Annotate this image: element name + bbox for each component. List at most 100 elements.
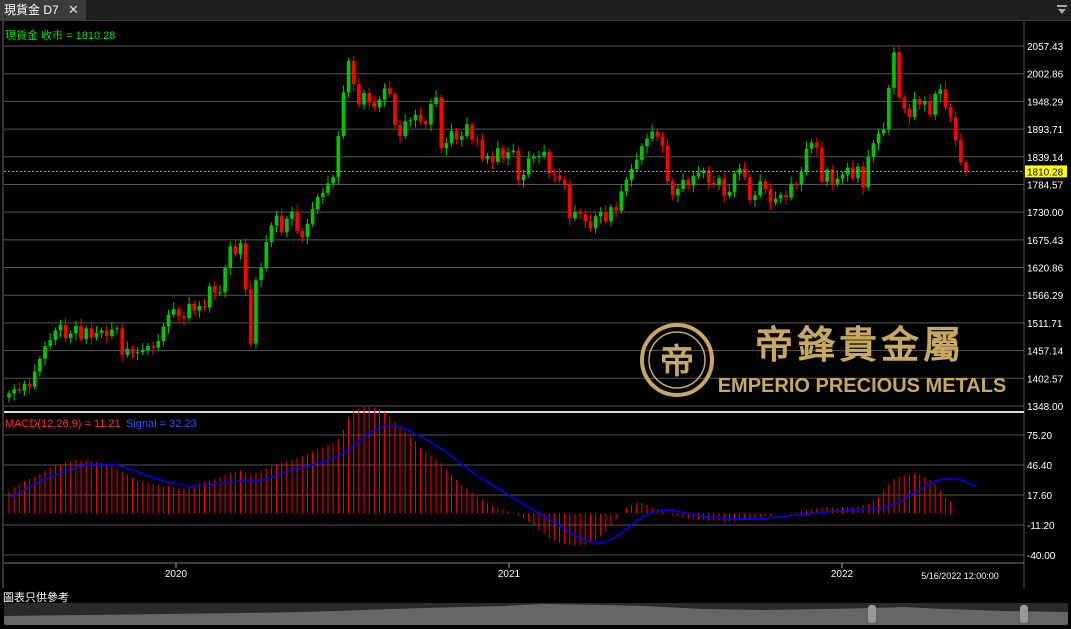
candle-body xyxy=(532,156,536,159)
price-tick-label: 1839.14 xyxy=(1027,153,1064,164)
close-icon[interactable]: ✕ xyxy=(68,0,79,20)
candle-body xyxy=(27,383,32,387)
candle-body xyxy=(372,102,377,108)
candle-body xyxy=(89,328,94,338)
candle-body xyxy=(604,212,608,222)
candle-body xyxy=(223,267,227,293)
candle-body xyxy=(259,267,263,281)
candle-body xyxy=(197,306,202,311)
tab-bar: 現貨金 D7 ✕ xyxy=(0,0,1071,21)
candle-body xyxy=(557,175,562,180)
candle-body xyxy=(84,328,88,340)
candle-body xyxy=(120,328,124,355)
candle-body xyxy=(429,104,433,125)
candle-body xyxy=(182,316,186,319)
candle-body xyxy=(377,99,382,108)
chart-tab[interactable]: 現貨金 D7 ✕ xyxy=(0,0,86,20)
candle-body xyxy=(773,198,778,203)
candle-body xyxy=(192,304,197,311)
x-tick-label: 2022 xyxy=(831,569,854,580)
candle-body xyxy=(176,309,181,317)
candle-body xyxy=(887,87,891,130)
navigator-left-handle[interactable] xyxy=(868,605,876,623)
candle-body xyxy=(778,194,783,199)
candle-body xyxy=(665,145,670,182)
candle-body xyxy=(398,124,402,137)
candle-body xyxy=(465,124,469,137)
price-tick-label: 2057.43 xyxy=(1027,42,1064,53)
candle-body xyxy=(938,89,943,94)
candle-body xyxy=(609,207,613,222)
candle-body xyxy=(547,151,552,174)
candle-body xyxy=(228,246,233,268)
candle-body xyxy=(624,179,629,192)
candle-body xyxy=(583,214,588,222)
navigator-right-handle[interactable] xyxy=(1020,605,1028,623)
candle-body xyxy=(542,151,546,156)
price-tick-label: 1784.57 xyxy=(1027,180,1064,191)
candle-body xyxy=(202,306,207,308)
candle-body xyxy=(454,130,459,140)
candle-body xyxy=(619,191,624,211)
candle-body xyxy=(351,60,356,85)
candle-body xyxy=(676,188,680,196)
candle-body xyxy=(7,393,11,398)
candle-body xyxy=(243,243,248,290)
candle-body xyxy=(640,146,644,160)
candle-body xyxy=(923,101,927,105)
candle-body xyxy=(140,350,145,353)
candle-body xyxy=(285,218,289,233)
candle-body xyxy=(650,131,654,139)
macd-tick-label: 75.20 xyxy=(1027,431,1052,442)
candle-body xyxy=(171,309,176,315)
candle-body xyxy=(403,121,407,137)
candle-body xyxy=(804,148,809,173)
candle-body xyxy=(809,142,814,149)
candle-body xyxy=(568,184,572,219)
candle-body xyxy=(881,129,886,134)
last-price-label: 1810.28 xyxy=(1027,167,1064,178)
candle-body xyxy=(408,120,413,122)
candle-body xyxy=(871,143,876,157)
candle-body xyxy=(593,216,598,229)
candle-body xyxy=(753,195,757,200)
candle-body xyxy=(876,133,881,144)
x-tick-label: 2020 xyxy=(165,569,188,580)
candle-body xyxy=(315,196,320,210)
price-tick-label: 1893.71 xyxy=(1027,125,1064,136)
chart-navigator[interactable] xyxy=(4,603,1068,625)
candle-body xyxy=(820,147,824,182)
brand-logo-glyph: 帝 xyxy=(660,343,694,381)
macd-tick-label: 17.60 xyxy=(1027,491,1052,502)
price-tick-label: 1402.57 xyxy=(1027,374,1064,385)
candle-body xyxy=(634,159,639,170)
candle-body xyxy=(207,286,212,308)
candle-body xyxy=(213,286,217,293)
candle-body xyxy=(264,242,269,268)
candle-body xyxy=(423,121,428,125)
candle-body xyxy=(686,179,690,186)
candle-body xyxy=(290,211,294,219)
candle-body xyxy=(274,215,279,226)
candle-body xyxy=(964,162,968,172)
candle-body xyxy=(305,223,310,238)
candle-body xyxy=(516,150,521,181)
candle-body xyxy=(300,230,305,238)
candle-body xyxy=(902,97,907,109)
candle-body xyxy=(48,340,52,347)
candle-body xyxy=(670,181,675,196)
tab-title: 現貨金 D7 xyxy=(4,3,59,17)
candle-body xyxy=(866,156,871,188)
candle-body xyxy=(367,92,371,103)
candle-body xyxy=(357,84,361,105)
candle-body xyxy=(22,383,27,391)
candle-body xyxy=(444,143,449,149)
candle-body xyxy=(706,170,711,183)
menu-dropdown-icon[interactable] xyxy=(1056,2,1068,16)
candle-body xyxy=(269,225,274,243)
candle-body xyxy=(552,173,557,176)
candle-body xyxy=(382,88,387,100)
candle-body xyxy=(645,138,649,147)
candle-body xyxy=(943,89,948,108)
x-end-label: 5/16/2022 12:00:00 xyxy=(921,571,999,581)
